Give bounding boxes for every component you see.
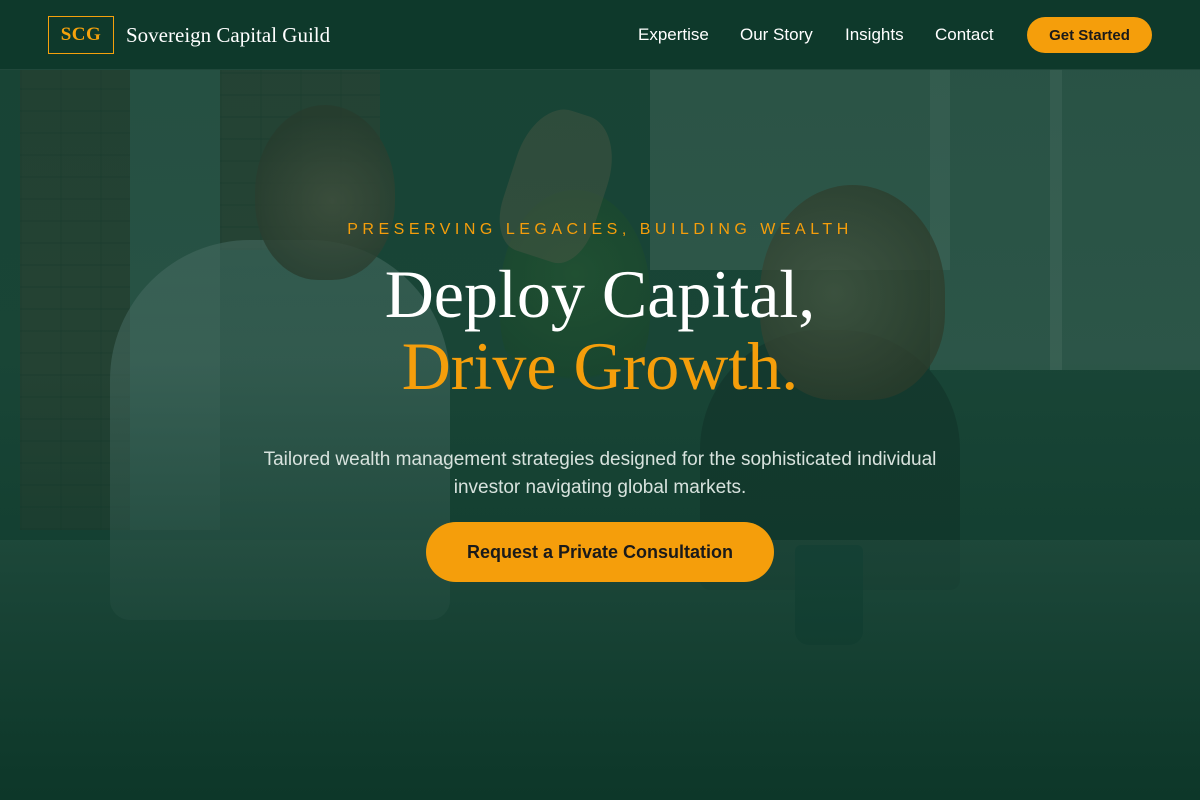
hero-subtext: Tailored wealth management strategies de… [263,449,937,498]
request-consultation-button[interactable]: Request a Private Consultation [426,522,774,582]
logo-text: SCG [60,24,102,45]
get-started-button[interactable]: Get Started [1027,17,1152,53]
brand-name[interactable]: Sovereign Capital Guild [126,22,330,48]
nav-link-our-story[interactable]: Our Story [740,24,813,46]
nav-link-insights[interactable]: Insights [845,24,904,46]
hero-headline-line2: Drive Growth. [401,328,799,404]
hero-content: PRESERVING LEGACIES, BUILDING WEALTH Dep… [0,0,1200,800]
logo[interactable]: SCG [48,16,114,54]
nav-link-contact[interactable]: Contact [935,24,994,46]
hero-headline: Deploy Capital, Drive Growth. [0,258,1200,402]
nav-link-expertise[interactable]: Expertise [638,24,709,46]
hero-headline-line1: Deploy Capital, [384,256,816,332]
navbar: SCG Sovereign Capital Guild Expertise Ou… [0,0,1200,70]
hero-eyebrow: PRESERVING LEGACIES, BUILDING WEALTH [347,221,853,238]
